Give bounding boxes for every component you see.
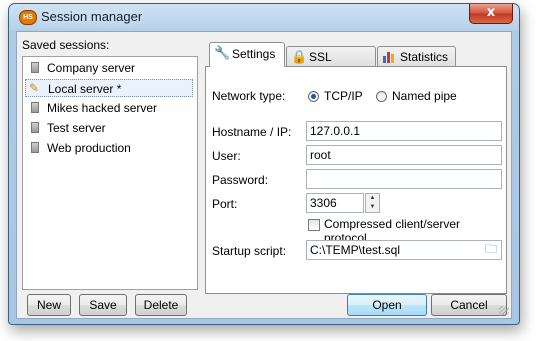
hostname-label: Hostname / IP: [212,125,292,139]
named-pipe-label[interactable]: Named pipe [392,89,457,103]
tab-statistics[interactable]: Statistics [377,46,456,66]
list-item[interactable]: Web production [25,139,193,157]
stepper-down-icon[interactable]: ▼ [366,203,379,212]
session-list[interactable]: Company server ✎ Local server * Mikes ha… [22,56,198,290]
save-button[interactable]: Save [79,294,127,316]
user-label: User: [212,149,241,163]
list-item[interactable]: Company server [25,59,193,77]
session-name: Test server [47,121,106,135]
session-document-icon [31,62,39,73]
password-label: Password: [212,173,269,187]
hostname-input[interactable]: 127.0.0.1 [306,121,502,141]
tab-label: Statistics [400,50,449,64]
port-label: Port: [212,197,238,211]
startup-script-input[interactable]: C:\TEMP\test.sql 🗀 [306,240,502,260]
saved-sessions-label: Saved sessions: [22,38,110,52]
new-button[interactable]: New [27,294,71,316]
session-document-icon [31,122,39,133]
session-name: Local server * [48,82,122,96]
session-name: Web production [47,141,131,155]
session-document-icon [31,102,39,113]
tcpip-label[interactable]: TCP/IP [324,89,363,103]
port-stepper[interactable]: ▲ ▼ [365,193,380,213]
tab-label: Settings [232,47,276,61]
password-input[interactable] [306,169,502,189]
settings-panel: Network type: TCP/IP Named pipe Hostname… [205,66,507,294]
startup-script-value: C:\TEMP\test.sql [310,243,401,257]
list-item-selected[interactable]: ✎ Local server * [25,79,193,97]
app-icon: HS [19,10,37,25]
open-button[interactable]: Open [347,294,427,316]
stepper-up-icon[interactable]: ▲ [366,194,379,203]
compressed-protocol-checkbox[interactable] [308,219,320,231]
tab-settings[interactable]: 🔧 Settings [209,42,285,67]
session-document-icon [31,142,39,153]
folder-open-icon[interactable]: 🗀 [485,243,498,256]
session-name: Mikes hacked server [47,101,158,115]
title-bar[interactable]: HS Session manager x [9,4,519,30]
lock-icon: 🔒 [291,49,308,64]
user-input[interactable]: root [306,145,502,165]
resize-grip[interactable] [499,306,509,316]
named-pipe-radio[interactable] [376,91,387,102]
session-manager-window: HS Session manager x Saved sessions: Com… [8,3,520,325]
startup-script-label: Startup script: [212,244,287,258]
window-title: Session manager [41,9,143,24]
pencil-edit-icon: ✎ [29,81,40,95]
list-item[interactable]: Mikes hacked server [25,99,193,117]
cancel-button[interactable]: Cancel [431,294,507,316]
wrench-icon: 🔧 [214,45,231,60]
close-button[interactable]: x [469,4,513,24]
port-input[interactable]: 3306 [306,193,364,213]
tcpip-radio[interactable] [308,91,319,102]
list-item[interactable]: Test server [25,119,193,137]
tab-control: 🔧 Settings 🔒 SSL options Statistics [205,40,507,294]
network-type-label: Network type: [212,89,286,103]
dialog-client-area: Saved sessions: Company server ✎ Local s… [16,31,512,319]
bar-chart-icon [382,50,396,64]
delete-button[interactable]: Delete [135,294,187,316]
session-name: Company server [47,61,136,75]
tab-ssl-options[interactable]: 🔒 SSL options [286,46,376,84]
